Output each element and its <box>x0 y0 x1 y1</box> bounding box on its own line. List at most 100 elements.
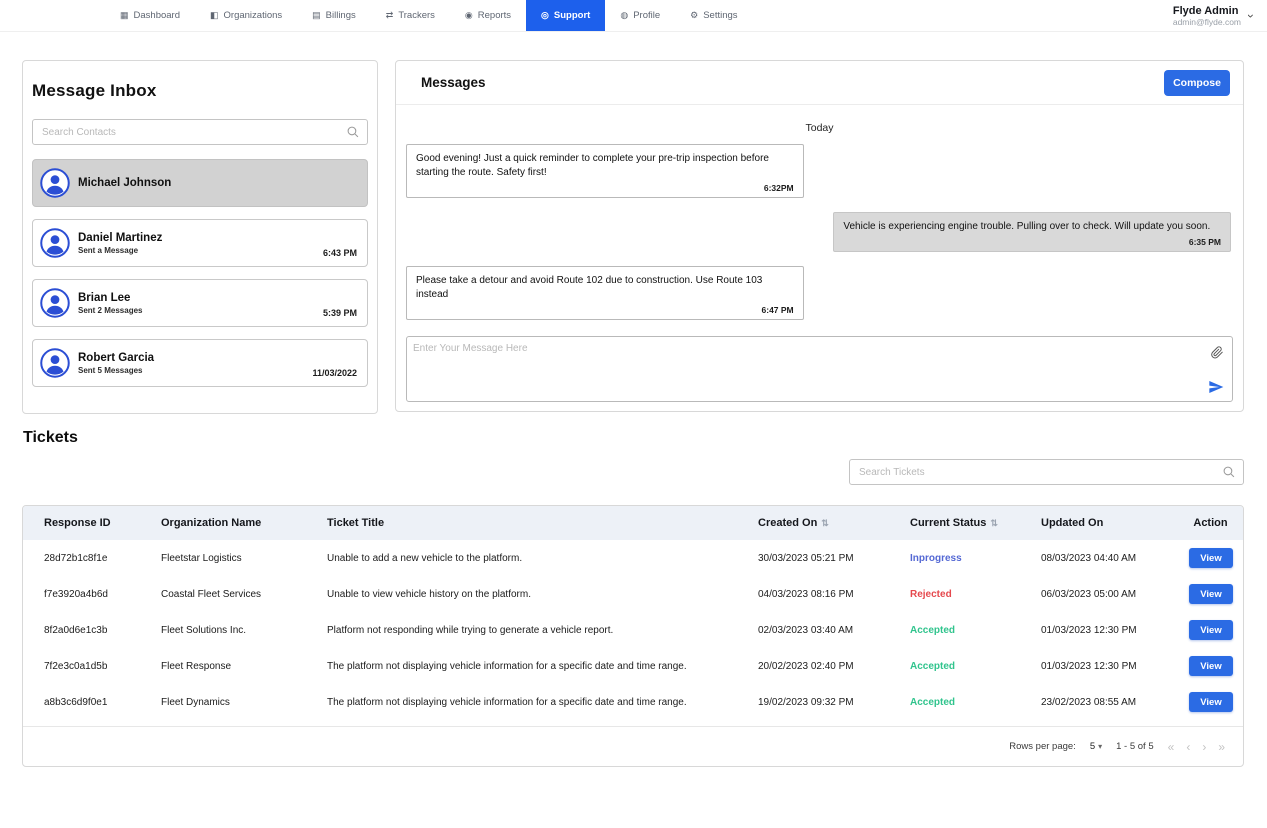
support-icon: ◎ <box>541 11 549 20</box>
user-name: Flyde Admin <box>1173 5 1241 17</box>
caret-down-icon <box>1098 741 1102 752</box>
col-ticket-title: Ticket Title <box>327 517 758 529</box>
cell-organization: Coastal Fleet Services <box>161 589 327 600</box>
status-badge: Accepted <box>910 697 1041 708</box>
search-icon <box>346 125 360 139</box>
table-row: f7e3920a4b6d Coastal Fleet Services Unab… <box>23 576 1243 612</box>
last-page-button[interactable] <box>1218 740 1225 754</box>
cell-ticket-title: The platform not displaying vehicle info… <box>327 661 758 672</box>
table-row: 28d72b1c8f1e Fleetstar Logistics Unable … <box>23 540 1243 576</box>
contact-list-item[interactable]: Daniel Martinez Sent a Message 6:43 PM <box>32 219 368 267</box>
user-menu[interactable]: Flyde Admin admin@flyde.com › <box>1173 0 1253 32</box>
tickets-table: Response ID Organization Name Ticket Tit… <box>22 505 1244 767</box>
message-text: Vehicle is experiencing engine trouble. … <box>843 220 1221 234</box>
contact-list-item[interactable]: Robert Garcia Sent 5 Messages 11/03/2022 <box>32 339 368 387</box>
cell-created-on: 20/02/2023 02:40 PM <box>758 661 910 672</box>
trackers-icon: ⇄ <box>386 11 394 20</box>
view-button[interactable]: View <box>1189 584 1233 604</box>
sort-icon[interactable] <box>821 518 829 529</box>
status-badge: Rejected <box>910 589 1041 600</box>
message-text: Please take a detour and avoid Route 102… <box>416 274 794 302</box>
search-tickets-input[interactable] <box>849 459 1244 485</box>
nav-item[interactable]: ◎ Support <box>526 0 605 31</box>
contact-list-item[interactable]: Michael Johnson <box>32 159 368 207</box>
view-button[interactable]: View <box>1189 620 1233 640</box>
cell-organization: Fleet Dynamics <box>161 697 327 708</box>
rows-per-page-label: Rows per page: <box>1009 741 1076 752</box>
profile-icon: ◍ <box>620 11 628 20</box>
col-organization: Organization Name <box>161 517 327 529</box>
first-page-button[interactable] <box>1168 740 1175 754</box>
view-button[interactable]: View <box>1189 656 1233 676</box>
next-page-button[interactable] <box>1202 740 1206 754</box>
sort-icon[interactable] <box>990 518 998 529</box>
avatar <box>40 288 70 318</box>
table-header-row: Response ID Organization Name Ticket Tit… <box>23 506 1243 540</box>
message-composer <box>406 336 1233 402</box>
message-time: 6:32PM <box>416 183 794 193</box>
table-row: 7f2e3c0a1d5b Fleet Response The platform… <box>23 648 1243 684</box>
cell-updated-on: 06/03/2023 05:00 AM <box>1041 589 1188 600</box>
message-bubble: Good evening! Just a quick reminder to c… <box>406 144 804 198</box>
search-contacts-input[interactable] <box>32 119 368 145</box>
cell-ticket-title: Platform not responding while trying to … <box>327 625 758 636</box>
send-icon[interactable] <box>1208 379 1224 395</box>
user-email: admin@flyde.com <box>1173 17 1241 27</box>
chevron-down-icon: › <box>1244 14 1258 18</box>
contacts-search <box>32 119 368 145</box>
cell-ticket-title: The platform not displaying vehicle info… <box>327 697 758 708</box>
billings-icon: ▤ <box>312 11 321 20</box>
cell-ticket-title: Unable to view vehicle history on the pl… <box>327 589 758 600</box>
avatar <box>40 348 70 378</box>
contact-subtitle: Sent a Message <box>78 246 315 255</box>
col-created-on[interactable]: Created On <box>758 517 910 529</box>
nav-items: ▦ Dashboard ◧ Organizations ▤ Billings ⇄… <box>105 0 753 31</box>
contact-list-item[interactable]: Brian Lee Sent 2 Messages 5:39 PM <box>32 279 368 327</box>
day-divider: Today <box>396 122 1243 134</box>
nav-item[interactable]: ◍ Profile <box>605 0 675 31</box>
view-button[interactable]: View <box>1189 548 1233 568</box>
nav-item-label: Trackers <box>398 10 435 21</box>
message-thread: Good evening! Just a quick reminder to c… <box>396 144 1243 320</box>
nav-item[interactable]: ◉ Reports <box>450 0 526 31</box>
nav-item[interactable]: ⚙ Settings <box>675 0 752 31</box>
col-updated-on: Updated On <box>1041 517 1188 529</box>
nav-item[interactable]: ▤ Billings <box>297 0 371 31</box>
message-inbox-panel: Message Inbox Michael Johnson <box>22 60 378 414</box>
dashboard-icon: ▦ <box>120 11 129 20</box>
contact-name: Brian Lee <box>78 292 315 304</box>
attachment-icon[interactable] <box>1210 345 1224 359</box>
nav-item-label: Dashboard <box>134 10 180 21</box>
view-button[interactable]: View <box>1189 692 1233 712</box>
cell-updated-on: 01/03/2023 12:30 PM <box>1041 661 1188 672</box>
message-text: Good evening! Just a quick reminder to c… <box>416 152 794 180</box>
nav-item[interactable]: ⇄ Trackers <box>371 0 450 31</box>
cell-ticket-title: Unable to add a new vehicle to the platf… <box>327 553 758 564</box>
cell-created-on: 19/02/2023 09:32 PM <box>758 697 910 708</box>
cell-response-id: 8f2a0d6e1c3b <box>44 625 161 636</box>
table-footer: Rows per page: 5 1 - 5 of 5 <box>23 726 1243 766</box>
contact-subtitle: Sent 2 Messages <box>78 306 315 315</box>
contact-subtitle: Sent 5 Messages <box>78 366 304 375</box>
tickets-title: Tickets <box>23 429 78 447</box>
cell-created-on: 02/03/2023 03:40 AM <box>758 625 910 636</box>
compose-button[interactable]: Compose <box>1164 70 1230 96</box>
message-input[interactable] <box>413 343 1198 395</box>
nav-item[interactable]: ◧ Organizations <box>195 0 297 31</box>
message-time: 6:47 PM <box>416 305 794 315</box>
status-badge: Accepted <box>910 625 1041 636</box>
col-current-status[interactable]: Current Status <box>910 517 1041 529</box>
prev-page-button[interactable] <box>1186 740 1190 754</box>
nav-item-label: Organizations <box>224 10 283 21</box>
cell-response-id: 7f2e3c0a1d5b <box>44 661 161 672</box>
inbox-title: Message Inbox <box>32 81 368 101</box>
cell-response-id: a8b3c6d9f0e1 <box>44 697 161 708</box>
rows-per-page-select[interactable]: 5 <box>1090 741 1102 752</box>
messages-title: Messages <box>421 75 486 90</box>
cell-created-on: 30/03/2023 05:21 PM <box>758 553 910 564</box>
table-row: 8f2a0d6e1c3b Fleet Solutions Inc. Platfo… <box>23 612 1243 648</box>
table-body: 28d72b1c8f1e Fleetstar Logistics Unable … <box>23 540 1243 720</box>
nav-item-label: Support <box>554 10 590 21</box>
avatar <box>40 168 70 198</box>
nav-item[interactable]: ▦ Dashboard <box>105 0 195 31</box>
